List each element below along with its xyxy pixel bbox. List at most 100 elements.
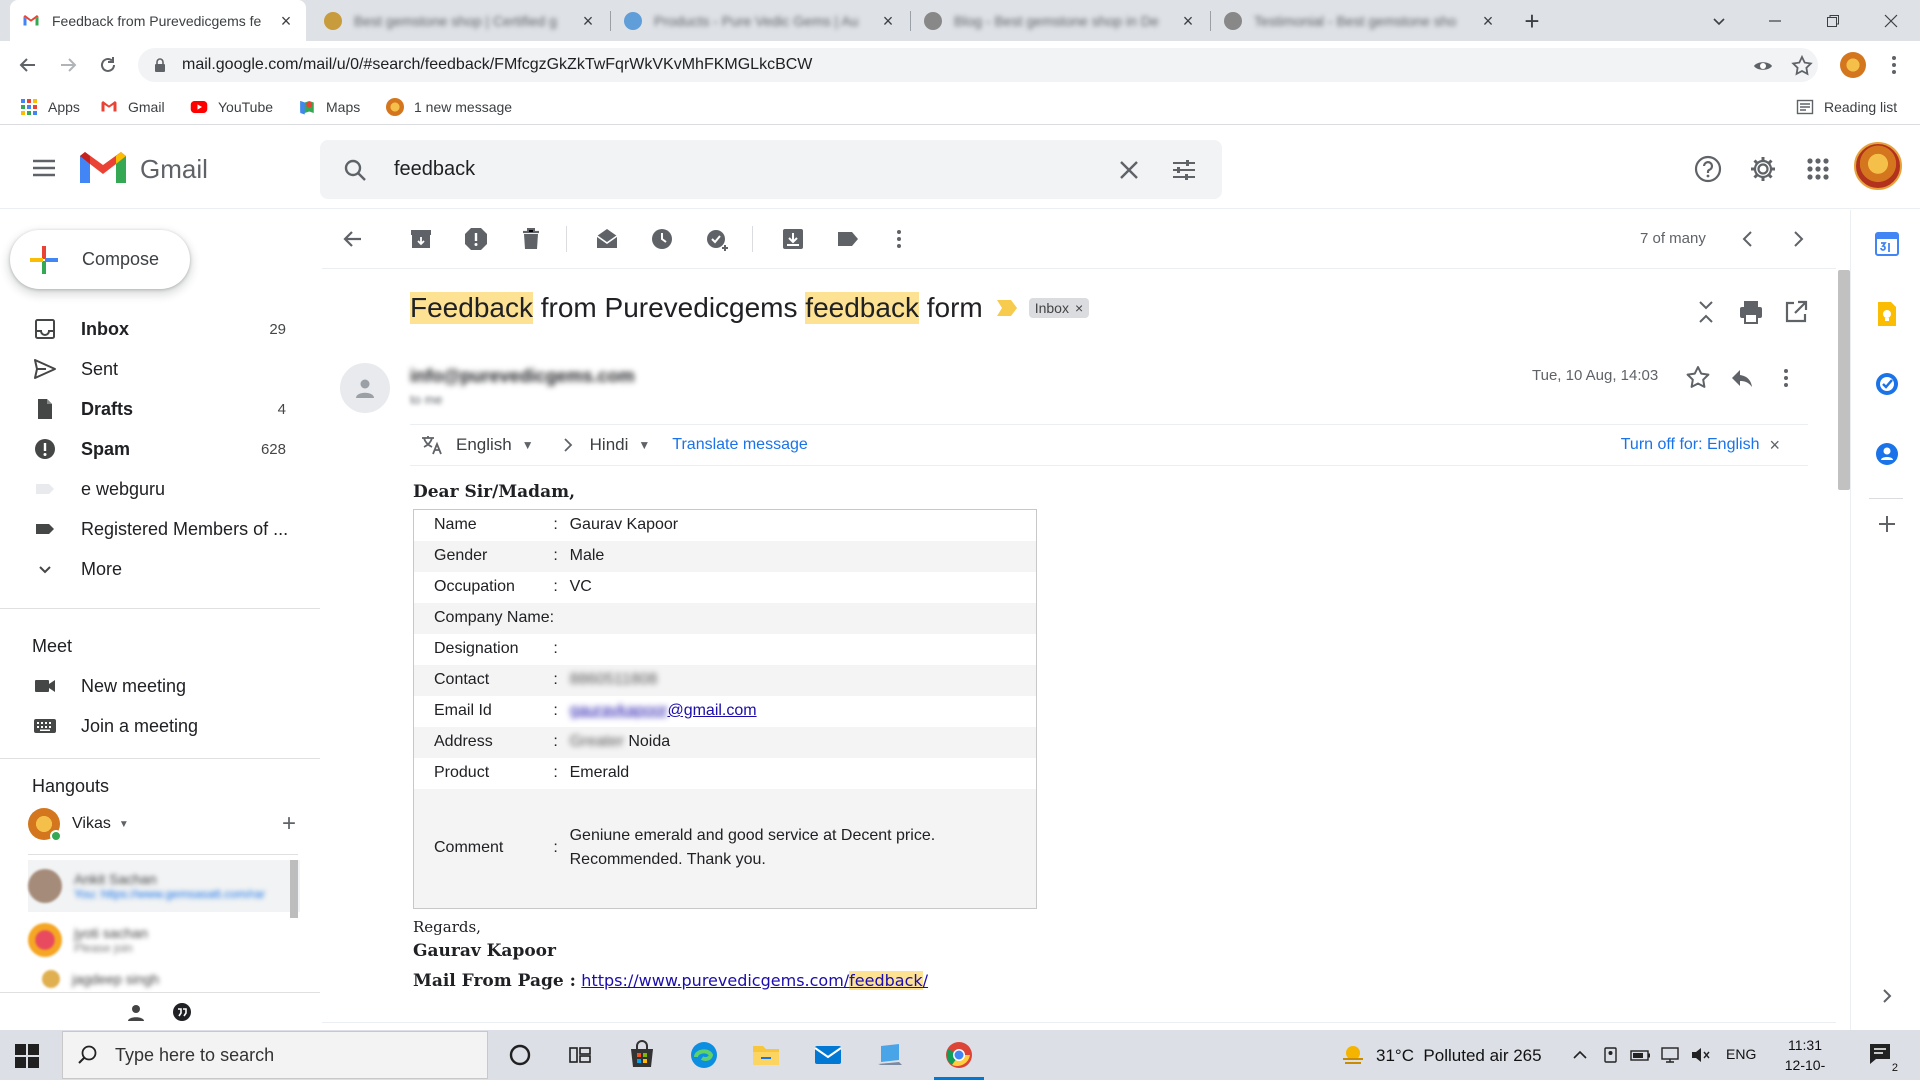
tab-blog[interactable]: Blog - Best gemstone shop in De × xyxy=(912,0,1208,41)
edge-browser-app[interactable] xyxy=(686,1038,722,1072)
email-link[interactable]: gauravkapoor@gmail.com xyxy=(562,696,1037,727)
gmail-logo[interactable]: Gmail xyxy=(80,152,208,186)
close-tab-icon[interactable]: × xyxy=(580,12,596,30)
action-center-button[interactable]: 2 xyxy=(1868,1042,1900,1074)
close-window-button[interactable] xyxy=(1862,0,1920,41)
chrome-menu-icon[interactable] xyxy=(1882,53,1906,77)
account-avatar[interactable] xyxy=(1854,142,1902,190)
battery-icon[interactable] xyxy=(1630,1045,1650,1065)
reading-list-button[interactable]: Reading list xyxy=(1796,89,1897,124)
meet-new-meeting[interactable]: New meeting xyxy=(0,666,300,706)
restore-window-button[interactable] xyxy=(1804,0,1862,41)
nav-sent[interactable]: Sent xyxy=(0,349,300,389)
microsoft-store-app[interactable] xyxy=(624,1038,660,1072)
address-bar[interactable]: mail.google.com/mail/u/0/#search/feedbac… xyxy=(138,48,1818,82)
volume-muted-icon[interactable] xyxy=(1690,1045,1710,1065)
network-icon[interactable] xyxy=(1660,1045,1680,1065)
meet-join-meeting[interactable]: Join a meeting xyxy=(0,706,300,746)
report-spam-button[interactable] xyxy=(463,226,489,252)
profile-avatar[interactable] xyxy=(1840,52,1866,78)
bookmark-star-icon[interactable] xyxy=(1790,54,1814,78)
extension-eye-icon[interactable] xyxy=(1752,55,1774,77)
keep-app-button[interactable] xyxy=(1873,300,1901,328)
input-language[interactable]: ENG xyxy=(1726,1046,1756,1062)
mark-unread-button[interactable] xyxy=(594,226,620,252)
importance-marker-icon[interactable] xyxy=(996,300,1017,316)
close-tab-icon[interactable]: × xyxy=(1180,12,1196,30)
snooze-button[interactable] xyxy=(649,226,675,252)
calendar-app-button[interactable] xyxy=(1873,230,1901,258)
tab-products[interactable]: Products - Pure Vedic Gems | Au × xyxy=(612,0,908,41)
expand-all-button[interactable] xyxy=(1692,298,1720,326)
help-button[interactable] xyxy=(1693,154,1723,184)
search-input[interactable] xyxy=(394,158,1094,181)
new-tab-button[interactable]: + xyxy=(1518,8,1546,36)
forward-button[interactable] xyxy=(52,49,84,81)
google-apps-button[interactable] xyxy=(1803,154,1833,184)
reload-button[interactable] xyxy=(92,49,124,81)
hangouts-scrollbar[interactable] xyxy=(290,860,298,918)
chrome-app[interactable] xyxy=(934,1038,984,1080)
nav-more[interactable]: More xyxy=(0,549,300,589)
older-button[interactable] xyxy=(1785,226,1811,252)
bookmark-gmail[interactable]: Gmail xyxy=(100,89,165,124)
close-tab-icon[interactable]: × xyxy=(880,12,896,30)
delete-button[interactable] xyxy=(518,226,544,252)
hide-side-panel-button[interactable] xyxy=(1873,982,1901,1010)
translate-message-link[interactable]: Translate message xyxy=(672,436,807,454)
bookmark-youtube[interactable]: YouTube xyxy=(190,89,273,124)
archive-button[interactable] xyxy=(408,226,434,252)
sender-email[interactable]: info@purevedicgems.com xyxy=(410,366,635,387)
meet-now-icon[interactable] xyxy=(1602,1045,1622,1065)
add-contact-icon[interactable]: + xyxy=(282,810,296,838)
cortana-button[interactable] xyxy=(502,1038,538,1072)
target-language-select[interactable]: Hindi ▼ xyxy=(590,435,651,455)
nav-label-e-webguru[interactable]: e webguru xyxy=(0,469,300,509)
hangouts-contact[interactable]: jagdeep singh xyxy=(28,966,300,992)
bookmark-apps[interactable]: Apps xyxy=(20,89,80,124)
recipient-line[interactable]: to me xyxy=(410,392,443,407)
open-in-new-window-button[interactable] xyxy=(1782,298,1810,326)
main-menu-button[interactable] xyxy=(28,152,60,184)
tab-testimonial[interactable]: Testimonial - Best gemstone sho × xyxy=(1212,0,1508,41)
hangouts-quote-icon[interactable] xyxy=(171,1002,193,1024)
person-icon[interactable] xyxy=(126,1003,146,1023)
tab-search-chevron-icon[interactable] xyxy=(1690,0,1748,41)
nav-inbox[interactable]: Inbox 29 xyxy=(0,309,300,349)
message-scrollbar[interactable] xyxy=(1838,270,1850,490)
sender-avatar[interactable] xyxy=(340,363,390,413)
nav-label-registered-members[interactable]: Registered Members of ... xyxy=(0,509,300,549)
message-more-button[interactable] xyxy=(1772,364,1800,392)
hangouts-user[interactable]: Vikas ▼ + xyxy=(28,806,298,842)
bookmark-new-message[interactable]: 1 new message xyxy=(386,89,512,124)
file-explorer-app[interactable] xyxy=(748,1038,784,1072)
hangouts-contact[interactable]: jyoti sachan Please join xyxy=(28,914,300,966)
tasks-app-button[interactable] xyxy=(1873,370,1901,398)
move-to-button[interactable] xyxy=(780,226,806,252)
taskbar-search-box[interactable]: Type here to search xyxy=(62,1031,488,1079)
mail-app[interactable] xyxy=(810,1038,846,1072)
close-tab-icon[interactable]: × xyxy=(1480,12,1496,30)
back-to-search-button[interactable] xyxy=(340,226,366,252)
newer-button[interactable] xyxy=(1735,226,1761,252)
search-options-icon[interactable] xyxy=(1170,156,1198,184)
get-addons-button[interactable] xyxy=(1873,510,1901,538)
tab-gemstone-shop[interactable]: Best gemstone shop | Certified g × xyxy=(312,0,608,41)
search-icon[interactable] xyxy=(342,157,368,183)
windows-start-icon[interactable] xyxy=(14,1043,40,1069)
minimize-window-button[interactable] xyxy=(1746,0,1804,41)
weather-widget[interactable]: 31°C Polluted air 265 xyxy=(1340,1043,1542,1069)
more-actions-button[interactable] xyxy=(886,226,912,252)
print-button[interactable] xyxy=(1737,298,1765,326)
mail-from-url[interactable]: https://www.purevedicgems.com/feedback/ xyxy=(581,971,928,990)
clear-search-icon[interactable] xyxy=(1115,156,1143,184)
show-hidden-icons-chevron[interactable] xyxy=(1570,1045,1590,1065)
hangouts-contact[interactable]: Ankit Sachan You: https://www.gemsasatt.… xyxy=(28,860,300,912)
source-language-select[interactable]: English ▼ xyxy=(456,435,534,455)
close-icon[interactable]: × xyxy=(1769,435,1780,456)
star-button[interactable] xyxy=(1684,364,1712,392)
reply-button[interactable] xyxy=(1728,364,1756,392)
remove-label-icon[interactable]: × xyxy=(1075,300,1083,316)
add-to-tasks-button[interactable] xyxy=(704,226,730,252)
back-button[interactable] xyxy=(12,49,44,81)
